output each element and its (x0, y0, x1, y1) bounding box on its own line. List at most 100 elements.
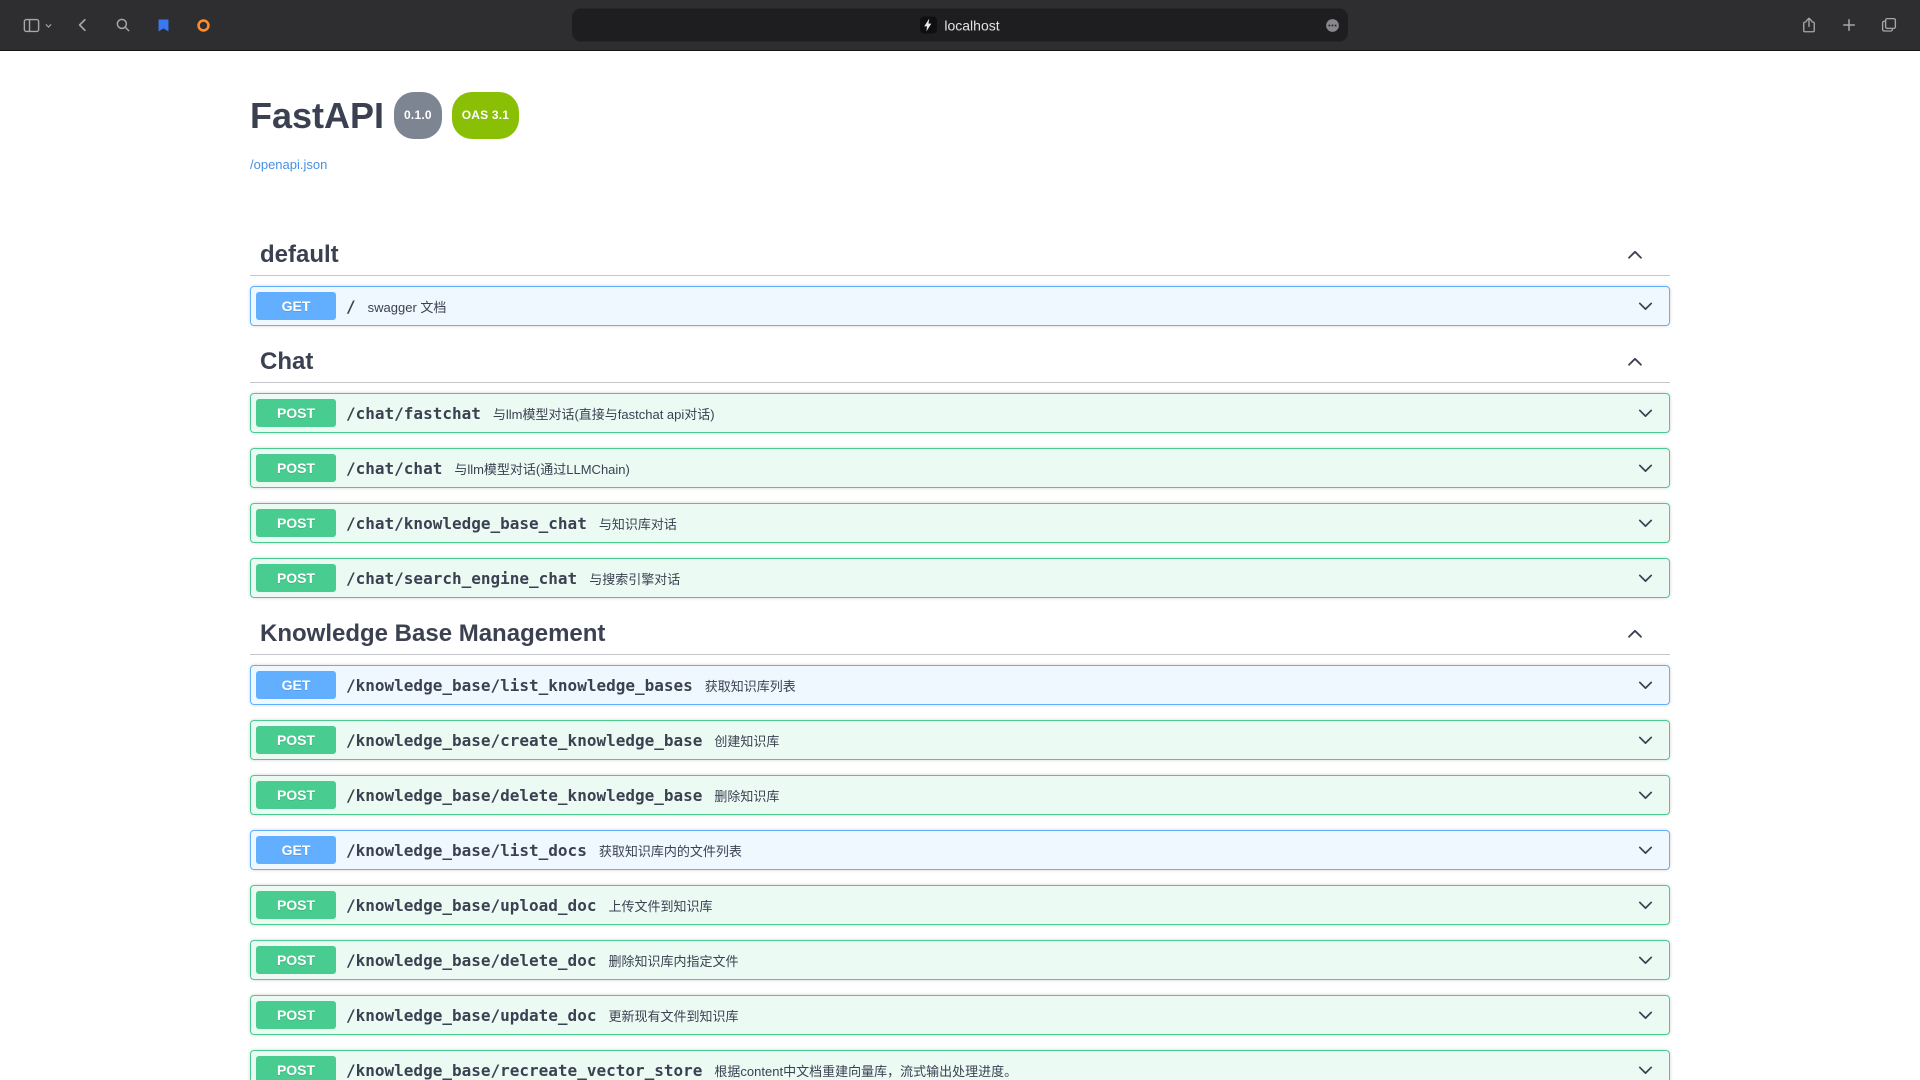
chevron-down-icon (1635, 1005, 1656, 1026)
method-badge: POST (256, 454, 336, 482)
ellipsis-circle-icon (1324, 17, 1341, 34)
method-badge: POST (256, 509, 336, 537)
chevron-down-icon (1635, 568, 1656, 589)
operation-row[interactable]: POST/knowledge_base/update_doc更新现有文件到知识库 (250, 995, 1670, 1035)
tab-overview-button[interactable] (1872, 10, 1906, 40)
operation-description: 更新现有文件到知识库 (608, 1006, 738, 1025)
sidebar-icon (22, 16, 41, 35)
operation-path: /chat/knowledge_base_chat (346, 514, 587, 533)
operation-path: /knowledge_base/delete_knowledge_base (346, 786, 702, 805)
chevron-up-icon (1624, 351, 1646, 373)
operations-list: default GET/swagger 文档 Chat POST/chat/fastc… (250, 234, 1670, 1080)
section-header[interactable]: default (250, 234, 1670, 276)
operation-row[interactable]: GET/knowledge_base/list_docs获取知识库内的文件列表 (250, 830, 1670, 870)
method-badge: GET (256, 292, 336, 320)
extension-record-button[interactable] (186, 10, 220, 40)
api-info: FastAPI0.1.0OAS 3.1 /openapi.json (250, 95, 1670, 174)
expand-operation-button[interactable] (1627, 458, 1664, 479)
search-button[interactable] (106, 10, 140, 40)
search-icon (114, 16, 132, 34)
expand-operation-button[interactable] (1627, 840, 1664, 861)
section-title: default (260, 240, 1620, 269)
expand-operation-button[interactable] (1627, 950, 1664, 971)
collapse-section-button[interactable] (1620, 242, 1650, 268)
address-bar[interactable]: localhost (572, 9, 1348, 42)
chevron-down-icon (1635, 785, 1656, 806)
share-button[interactable] (1792, 10, 1826, 40)
operation-row[interactable]: GET/knowledge_base/list_knowledge_bases 获… (250, 665, 1670, 705)
page-options-button[interactable] (1324, 17, 1341, 34)
chevron-down-icon (1635, 403, 1656, 424)
section-title: Chat (260, 347, 1620, 376)
operation-row[interactable]: POST/chat/fastchat 与llm模型对话(直接与fastchat a… (250, 393, 1670, 433)
new-tab-button[interactable] (1832, 10, 1866, 40)
record-extension-icon (195, 17, 212, 34)
tag-section: Chat POST/chat/fastchat 与llm模型对话(直接与fastch… (250, 341, 1670, 598)
section-header[interactable]: Knowledge Base Management (250, 613, 1670, 655)
operation-row[interactable]: GET/swagger 文档 (250, 286, 1670, 326)
operation-row[interactable]: POST/knowledge_base/upload_doc上传文件到知识库 (250, 885, 1670, 925)
operation-row[interactable]: POST/chat/knowledge_base_chat 与知识库对话 (250, 503, 1670, 543)
operation-path: /knowledge_base/create_knowledge_base (346, 731, 702, 750)
operation-path: /knowledge_base/upload_doc (346, 896, 596, 915)
operation-description: swagger 文档 (368, 297, 447, 316)
operation-description: 获取知识库列表 (705, 676, 796, 695)
expand-operation-button[interactable] (1627, 403, 1664, 424)
method-badge: POST (256, 781, 336, 809)
expand-operation-button[interactable] (1627, 785, 1664, 806)
tag-section: default GET/swagger 文档 (250, 234, 1670, 326)
expand-operation-button[interactable] (1627, 568, 1664, 589)
operation-row[interactable]: POST/knowledge_base/recreate_vector_stor… (250, 1050, 1670, 1080)
method-badge: GET (256, 671, 336, 699)
chevron-down-icon (1635, 296, 1656, 317)
chevron-down-icon (1635, 950, 1656, 971)
chevron-down-icon (1635, 895, 1656, 916)
openapi-link[interactable]: /openapi.json (250, 157, 327, 172)
collapse-section-button[interactable] (1620, 621, 1650, 647)
operation-path: /knowledge_base/delete_doc (346, 951, 596, 970)
expand-operation-button[interactable] (1627, 513, 1664, 534)
operation-description: 获取知识库内的文件列表 (599, 841, 742, 860)
method-badge: POST (256, 1056, 336, 1080)
chevron-left-icon (74, 16, 92, 34)
back-button[interactable] (66, 10, 100, 40)
operation-path: /chat/fastchat (346, 404, 481, 423)
operation-row[interactable]: POST/chat/search_engine_chat与搜索引擎对话 (250, 558, 1670, 598)
toolbar-left-group (14, 10, 220, 40)
operation-path: /knowledge_base/list_docs (346, 841, 587, 860)
page-title: FastAPI0.1.0OAS 3.1 (250, 95, 1670, 148)
page-body: FastAPI0.1.0OAS 3.1 /openapi.json defaul… (0, 51, 1920, 1080)
extension-bookmark-button[interactable] (146, 10, 180, 40)
operation-description: 与llm模型对话(直接与fastchat api对话) (493, 404, 715, 423)
expand-operation-button[interactable] (1627, 895, 1664, 916)
expand-operation-button[interactable] (1627, 296, 1664, 317)
operation-description: 与知识库对话 (599, 514, 677, 533)
expand-operation-button[interactable] (1627, 730, 1664, 751)
expand-operation-button[interactable] (1627, 1060, 1664, 1080)
operation-row[interactable]: POST/knowledge_base/create_knowledge_bas… (250, 720, 1670, 760)
expand-operation-button[interactable] (1627, 675, 1664, 696)
section-header[interactable]: Chat (250, 341, 1670, 383)
oas-badge: OAS 3.1 (452, 92, 519, 139)
bookmark-extension-icon (155, 17, 172, 34)
tag-section: Knowledge Base Management GET/knowledge_b… (250, 613, 1670, 1080)
operation-row[interactable]: POST/knowledge_base/delete_knowledge_bas… (250, 775, 1670, 815)
api-title-text: FastAPI (250, 95, 384, 136)
operation-row[interactable]: POST/chat/chat与llm模型对话(通过LLMChain) (250, 448, 1670, 488)
operation-path: /knowledge_base/list_knowledge_bases (346, 676, 693, 695)
site-favicon (920, 17, 937, 34)
operation-path: /chat/search_engine_chat (346, 569, 577, 588)
plus-icon (1840, 16, 1858, 34)
expand-operation-button[interactable] (1627, 1005, 1664, 1026)
collapse-section-button[interactable] (1620, 349, 1650, 375)
chevron-down-icon (1635, 513, 1656, 534)
operation-row[interactable]: POST/knowledge_base/delete_doc删除知识库内指定文件 (250, 940, 1670, 980)
operation-path: /knowledge_base/recreate_vector_store (346, 1061, 702, 1080)
chevron-down-icon (1635, 840, 1656, 861)
method-badge: POST (256, 399, 336, 427)
version-badge: 0.1.0 (394, 92, 442, 139)
method-badge: POST (256, 726, 336, 754)
operation-path: /chat/chat (346, 459, 442, 478)
sidebar-toggle-button[interactable] (14, 10, 60, 40)
chevron-down-icon (44, 21, 53, 30)
